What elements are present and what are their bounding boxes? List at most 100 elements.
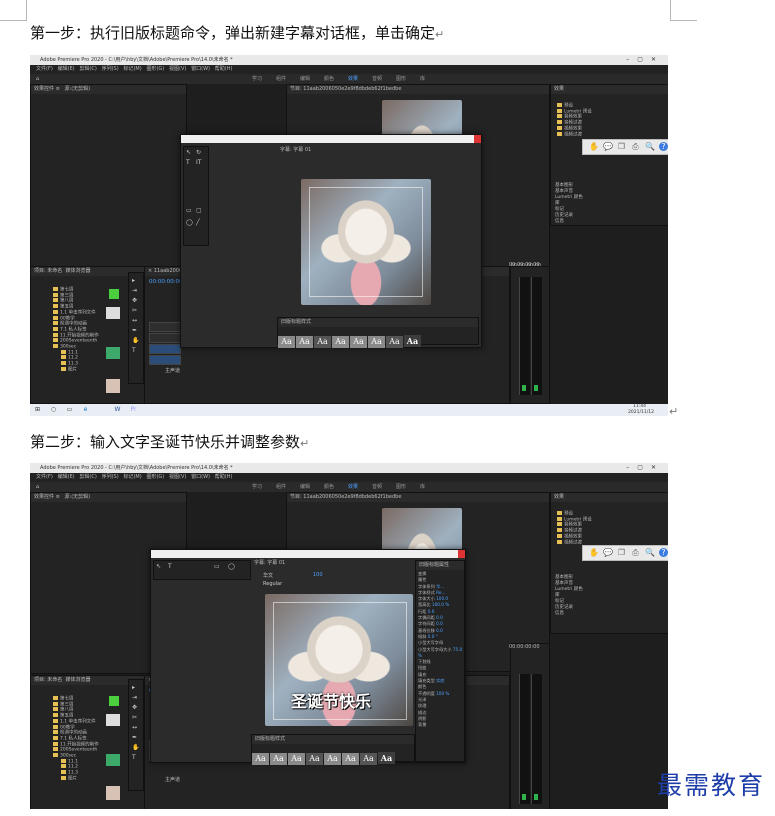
style-swatch[interactable]: Aa <box>386 336 403 348</box>
menu-view[interactable]: 视图(V) <box>169 474 186 480</box>
ellipse-tool-icon[interactable]: ◯ <box>186 219 193 226</box>
word-icon[interactable]: W <box>114 406 121 413</box>
track-v3[interactable] <box>149 322 181 332</box>
property-row[interactable]: 背景 <box>418 722 464 728</box>
home-icon[interactable]: ⌂ <box>36 482 39 492</box>
media-thumb-3[interactable] <box>106 786 120 800</box>
ripple-edit-icon[interactable]: ✥ <box>132 297 137 304</box>
rotate-tool-icon[interactable]: ↻ <box>196 149 201 156</box>
menu-file[interactable]: 文件(F) <box>36 66 53 72</box>
selection-tool-icon[interactable]: ▸ <box>132 684 135 691</box>
style-swatch[interactable]: Aa <box>278 336 295 348</box>
workspace-tab-editing[interactable]: 编辑 <box>300 482 310 492</box>
slip-icon[interactable]: ↔ <box>132 724 137 731</box>
media-browser-tab[interactable]: 媒体浏览器 <box>65 677 90 683</box>
style-swatch[interactable]: Aa <box>270 753 287 765</box>
track-select-icon[interactable]: ⇥ <box>132 694 137 701</box>
help-icon[interactable]: ? <box>659 548 668 557</box>
hand-tool-icon[interactable]: ✋ <box>132 744 139 751</box>
track-a1[interactable] <box>149 355 181 365</box>
font-size-field[interactable]: 100 <box>313 572 323 578</box>
rectangle-tool-icon[interactable]: ▭ <box>214 563 220 570</box>
menu-window[interactable]: 窗口(W) <box>191 66 210 72</box>
style-swatch[interactable]: Aa <box>288 753 305 765</box>
hand-tool-icon[interactable]: ✋ <box>132 337 139 344</box>
menu-window[interactable]: 窗口(W) <box>191 474 210 480</box>
media-thumb-green[interactable] <box>109 289 119 299</box>
workspace-tab-libraries[interactable]: 库 <box>420 74 425 84</box>
menu-marker[interactable]: 标记(M) <box>123 474 141 480</box>
menu-marker[interactable]: 标记(M) <box>123 66 141 72</box>
hand-icon[interactable]: ✋ <box>589 142 599 151</box>
workspace-tab-color[interactable]: 颜色 <box>324 74 334 84</box>
tree-item[interactable]: 1.1 单击序列文件 <box>53 718 99 725</box>
side-item-info[interactable]: 信息 <box>555 611 583 617</box>
print-icon[interactable]: ⎙ <box>631 548 640 557</box>
chat-icon[interactable]: 💬 <box>603 142 613 151</box>
help-icon[interactable]: ? <box>659 142 668 151</box>
media-thumb-1[interactable] <box>106 714 120 726</box>
style-swatch[interactable]: Aa <box>314 336 331 348</box>
style-swatch[interactable]: Aa <box>368 336 385 348</box>
search-icon[interactable]: ○ <box>50 406 57 413</box>
menu-edit[interactable]: 编辑(E) <box>58 66 75 72</box>
menu-sequence[interactable]: 序列(S) <box>102 474 119 480</box>
track-select-icon[interactable]: ⇥ <box>132 287 137 294</box>
style-swatch[interactable]: Aa <box>342 753 359 765</box>
razor-icon[interactable]: ✂ <box>132 307 137 314</box>
style-swatch[interactable]: Aa <box>296 336 313 348</box>
workspace-tab-color[interactable]: 颜色 <box>324 482 334 492</box>
window-controls[interactable]: –▢✕ <box>626 55 664 65</box>
hand-icon[interactable]: ✋ <box>589 548 599 557</box>
style-swatch[interactable]: Aa <box>252 753 269 765</box>
line-tool-icon[interactable]: ╱ <box>196 219 200 226</box>
home-icon[interactable]: ⌂ <box>36 74 39 84</box>
menu-clip[interactable]: 剪辑(C) <box>79 66 96 72</box>
type-tool-icon[interactable]: T <box>132 347 136 354</box>
menu-graphics[interactable]: 图形(G) <box>146 66 164 72</box>
font-family-field[interactable]: 华文 <box>263 572 273 579</box>
tree-item[interactable]: 1.1 单击序列文件 <box>53 309 99 316</box>
select-tool-icon[interactable]: ↖ <box>186 149 191 156</box>
style-swatch[interactable]: Aa <box>306 753 323 765</box>
edge-icon[interactable]: e <box>82 406 89 413</box>
menu-edit[interactable]: 编辑(E) <box>58 474 75 480</box>
file-explorer-icon[interactable]: ▭ <box>66 406 73 413</box>
track-v2[interactable] <box>149 333 181 343</box>
media-browser-tab[interactable]: 媒体浏览器 <box>65 268 90 274</box>
ellipse-tool-icon[interactable]: ◯ <box>228 563 235 570</box>
style-swatch[interactable]: Aa <box>404 335 421 347</box>
menu-sequence[interactable]: 序列(S) <box>102 66 119 72</box>
tree-item[interactable]: 图片 <box>53 775 99 782</box>
pen-icon[interactable]: ✒ <box>132 327 137 334</box>
ripple-edit-icon[interactable]: ✥ <box>132 704 137 711</box>
style-swatch[interactable]: Aa <box>360 753 377 765</box>
windows-start-icon[interactable]: ⊞ <box>34 406 41 413</box>
media-thumb-green[interactable] <box>109 696 119 706</box>
menu-clip[interactable]: 剪辑(C) <box>79 474 96 480</box>
print-icon[interactable]: ⎙ <box>631 142 640 151</box>
subtitle-text[interactable]: 圣诞节快乐 <box>291 688 371 712</box>
effects-tree-item[interactable]: 视频过渡 <box>557 131 592 138</box>
rectangle-tool-icon[interactable]: ▭ <box>186 207 192 214</box>
style-swatch[interactable]: Aa <box>350 336 367 348</box>
tree-item[interactable]: 图片 <box>53 366 99 373</box>
workspace-tab-editing[interactable]: 编辑 <box>300 74 310 84</box>
text-tool-icon[interactable]: T <box>186 159 190 166</box>
text-tool-icon[interactable]: T <box>168 563 172 570</box>
chat-icon[interactable]: 💬 <box>603 548 613 557</box>
slip-icon[interactable]: ↔ <box>132 317 137 324</box>
select-tool-icon[interactable]: ↖ <box>156 563 161 570</box>
type-tool-icon[interactable]: T <box>132 754 136 761</box>
property-row[interactable]: 小型大写字母大小 75.0 % <box>418 647 464 660</box>
premiere-icon[interactable]: Pr <box>130 406 137 413</box>
copy-icon[interactable]: ❐ <box>617 548 626 557</box>
workspace-tab-libraries[interactable]: 库 <box>420 482 425 492</box>
zoom-icon[interactable]: 🔍 <box>645 548 655 557</box>
workspace-tab-audio[interactable]: 音频 <box>372 482 382 492</box>
media-thumb-1[interactable] <box>106 307 120 319</box>
window-controls[interactable]: –▢✕ <box>626 463 664 473</box>
workspace-tab-assembly[interactable]: 组件 <box>276 74 286 84</box>
workspace-tab-graphics[interactable]: 图形 <box>396 74 406 84</box>
menu-graphics[interactable]: 图形(G) <box>146 474 164 480</box>
